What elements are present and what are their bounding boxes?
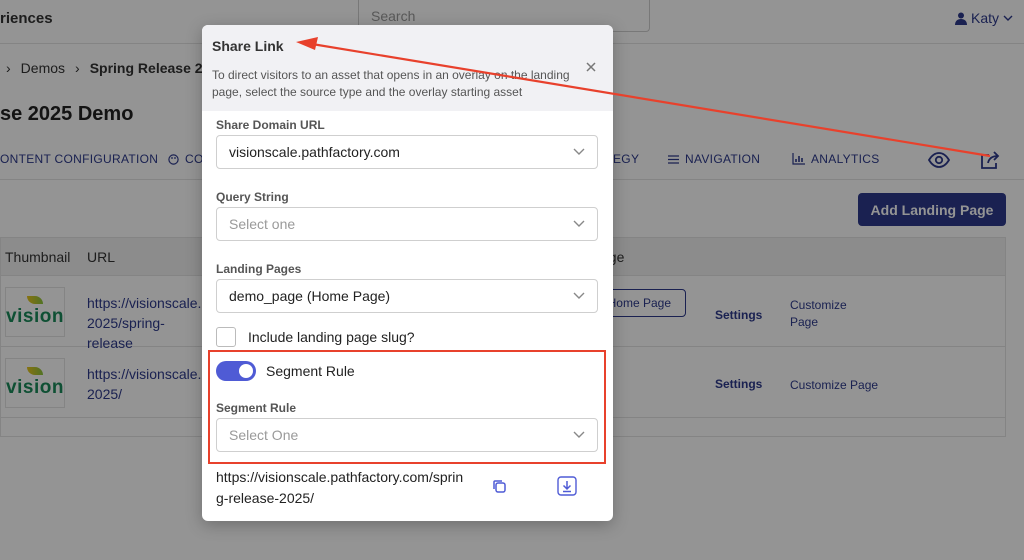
annotation-arrow — [296, 37, 991, 158]
